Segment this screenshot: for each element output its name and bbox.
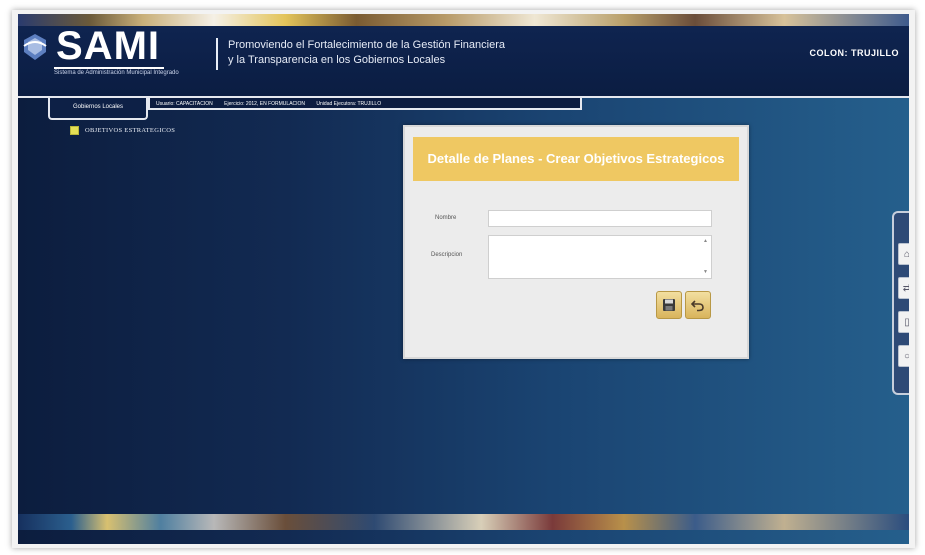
tree-item-label: OBJETIVOS ESTRATEGICOS	[85, 127, 176, 134]
nombre-label: Nombre	[435, 215, 457, 221]
session-info-bar: Usuario: CAPACITACION Ejercicio: 2012, E…	[148, 98, 582, 110]
user-info: Usuario: CAPACITACION	[156, 101, 213, 107]
logo-text: SAMI	[56, 24, 160, 68]
create-objective-dialog: Detalle de Planes - Crear Objetivos Estr…	[403, 125, 749, 359]
logo-underline	[54, 67, 164, 69]
nav-bar: Gobiernos Locales Usuario: CAPACITACION …	[18, 96, 909, 124]
exchange-icon[interactable]: ⇄	[898, 277, 909, 299]
undo-arrow-icon	[691, 300, 704, 312]
help-icon[interactable]: ○	[898, 345, 909, 367]
tagline-line-1: Promoviendo el Fortalecimiento de la Ges…	[228, 39, 505, 51]
city-label: COLON: TRUJILLO	[809, 48, 899, 58]
header: SAMI Sistema de Administración Municipal…	[18, 24, 909, 96]
save-button[interactable]	[656, 291, 682, 319]
logo-subtitle: Sistema de Administración Municipal Inte…	[54, 70, 179, 76]
descripcion-textarea[interactable]: ▲ ▼	[488, 235, 712, 279]
logo-icon	[23, 34, 47, 60]
app-window: SAMI Sistema de Administración Municipal…	[18, 14, 909, 544]
unit-info: Unidad Ejecutora: TRUJILLO	[316, 101, 382, 107]
bullet-icon	[70, 126, 79, 135]
side-toolbar: ⌂ ⇄ ▯ ○	[892, 211, 909, 395]
tagline-line-2: y la Transparencia en los Gobiernos Loca…	[228, 54, 446, 66]
header-separator	[216, 38, 218, 70]
dialog-title: Detalle de Planes - Crear Objetivos Estr…	[413, 137, 739, 181]
document-icon[interactable]: ▯	[898, 311, 909, 333]
nombre-input[interactable]	[488, 210, 712, 227]
tree-item-objetivos[interactable]: OBJETIVOS ESTRATEGICOS	[70, 126, 175, 135]
scroll-up-icon[interactable]: ▲	[703, 239, 708, 244]
tab-gobiernos-locales[interactable]: Gobiernos Locales	[48, 98, 148, 120]
descripcion-label: Descripcion	[431, 252, 463, 258]
exercise-info: Ejercicio: 2012, EN FORMULACION	[224, 101, 306, 107]
back-button[interactable]	[685, 291, 711, 319]
tagline: Promoviendo el Fortalecimiento de la Ges…	[228, 38, 505, 68]
bottom-decorative-strip	[18, 514, 909, 530]
home-icon[interactable]: ⌂	[898, 243, 909, 265]
floppy-disk-icon	[663, 299, 675, 311]
scroll-down-icon[interactable]: ▼	[703, 270, 708, 275]
